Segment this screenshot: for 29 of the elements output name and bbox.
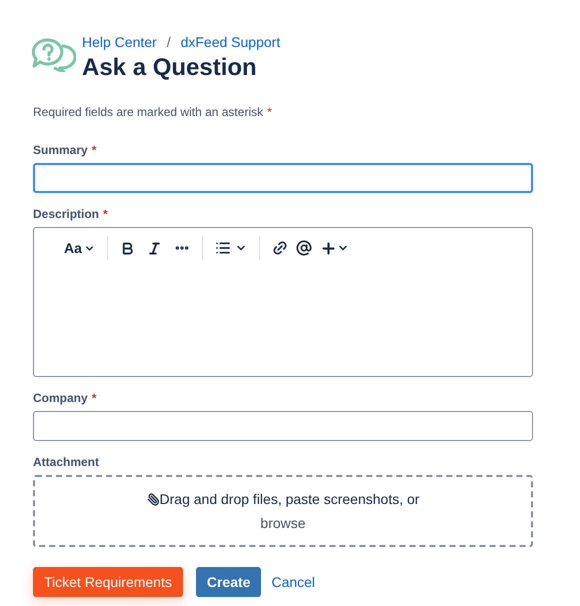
paperclip-icon	[146, 492, 160, 506]
text-style-button[interactable]: Aa	[60, 238, 99, 258]
text-field[interactable]	[33, 163, 533, 193]
field-label: Description	[33, 206, 100, 223]
mention-icon[interactable]	[296, 240, 312, 256]
requirements-button[interactable]: Ticket Requirements	[33, 567, 183, 597]
breadcrumb-link[interactable]: Help Center	[82, 32, 157, 53]
field-label: Attachment	[33, 454, 100, 471]
drop-prompt: Drag and drop files, paste screenshots, or	[160, 490, 420, 509]
list-icon[interactable]	[214, 240, 231, 256]
breadcrumb-link[interactable]: dxFeed Support	[180, 32, 280, 53]
page-title: Ask a Question	[82, 53, 258, 83]
required-mark: *	[267, 104, 272, 121]
drop-zone[interactable]: Drag and drop files, paste screenshots, or browse	[33, 475, 533, 547]
speech-bubbles-icon	[32, 38, 76, 72]
browse-link[interactable]: browse	[260, 511, 306, 535]
required-mark: *	[92, 142, 96, 159]
plus-icon[interactable]	[320, 240, 337, 256]
rich-text-editor[interactable]: Aa	[33, 227, 533, 377]
field-label: Summary	[33, 142, 88, 159]
required-mark: *	[92, 390, 96, 407]
cancel-link[interactable]: Cancel	[271, 567, 316, 597]
required-note: Required fields are marked with an asterisk	[33, 104, 264, 121]
text-field[interactable]	[33, 411, 533, 441]
create-button[interactable]: Create	[196, 567, 262, 597]
breadcrumb-separator: /	[166, 33, 171, 52]
field-label: Company	[33, 390, 88, 407]
italic-icon[interactable]	[146, 240, 162, 256]
required-mark: *	[103, 206, 108, 223]
